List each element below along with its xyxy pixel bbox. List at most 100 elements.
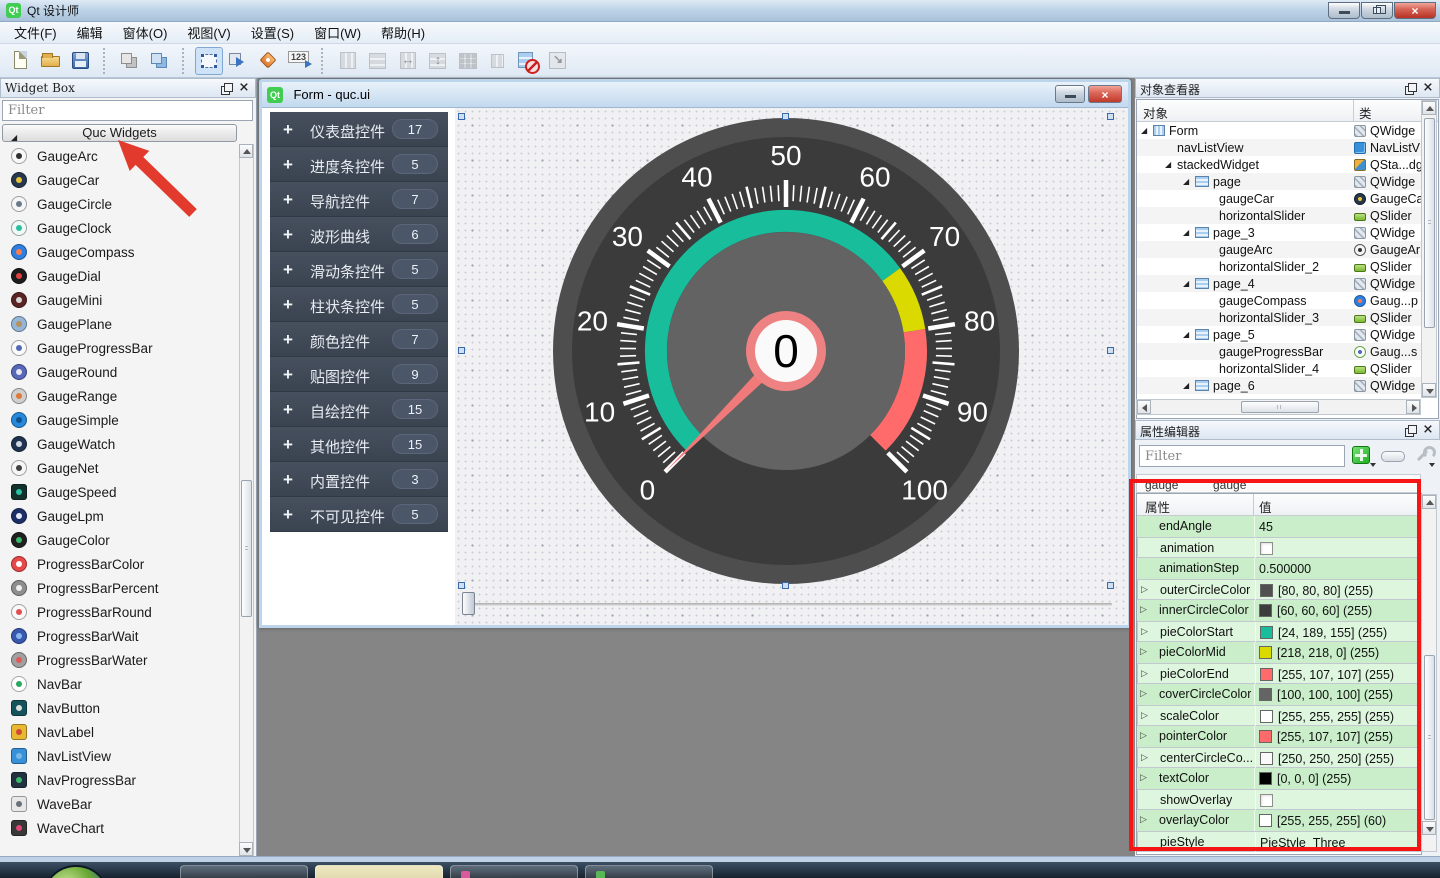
menu-view[interactable]: 视图(V) <box>177 21 240 44</box>
expander-icon[interactable]: ▷ <box>1141 752 1153 763</box>
property-row[interactable]: animationStep 0.500000 <box>1137 558 1421 579</box>
widget-list-item[interactable]: GaugeCompass <box>2 240 238 264</box>
expander-icon[interactable]: ▷ <box>1140 604 1152 615</box>
category-header-quc-widgets[interactable]: ◢ Quc Widgets <box>2 124 237 142</box>
close-panel-icon[interactable]: × <box>237 82 251 95</box>
widget-list-item[interactable]: ProgressBarRound <box>2 600 238 624</box>
remove-property-button[interactable] <box>1381 451 1405 462</box>
nav-category-item[interactable]: + 柱状条控件 5 <box>270 287 448 322</box>
start-orb-button[interactable] <box>42 865 110 878</box>
widget-list-item[interactable]: GaugeProgressBar <box>2 336 238 360</box>
property-row[interactable]: animation <box>1137 537 1421 558</box>
gauge-percent-widget[interactable]: 01020304050607080901000 <box>546 111 1026 591</box>
property-row[interactable]: endAngle 45 <box>1137 516 1421 537</box>
object-tree-row[interactable]: horizontalSlider_3 QSlider <box>1137 309 1422 326</box>
object-tree-row[interactable]: ◢ page_3 QWidge <box>1137 224 1422 241</box>
tile-windows-button[interactable] <box>146 47 174 75</box>
property-row[interactable]: ▷ pieColorStart [24, 189, 155] (255) <box>1137 621 1421 642</box>
widget-list-item[interactable]: GaugeCircle <box>2 192 238 216</box>
property-value-cell[interactable]: PieStyle_Three <box>1255 832 1420 853</box>
property-value-cell[interactable]: 0.500000 <box>1254 558 1421 579</box>
menu-file[interactable]: 文件(F) <box>4 21 67 44</box>
widget-list-item[interactable]: ProgressBarColor <box>2 552 238 576</box>
object-tree-row[interactable]: gaugeProgressBar Gaug...s <box>1137 343 1422 360</box>
edit-widgets-button[interactable] <box>195 47 223 75</box>
expander-icon[interactable]: ▷ <box>1140 688 1152 699</box>
close-panel-icon[interactable]: × <box>1421 424 1435 437</box>
object-tree-row[interactable]: horizontalSlider_4 QSlider <box>1137 360 1422 377</box>
property-value-cell[interactable]: [80, 80, 80] (255) <box>1255 580 1420 601</box>
tree-expander-icon[interactable]: ◢ <box>1165 160 1177 169</box>
nav-category-item[interactable]: + 其他控件 15 <box>270 427 448 462</box>
layout-form-button[interactable] <box>484 47 512 75</box>
menu-form[interactable]: 窗体(O) <box>113 21 178 44</box>
object-tree-row[interactable]: ◢ page_5 QWidge <box>1137 326 1422 343</box>
edit-tab-order-button[interactable]: 123 <box>285 47 313 75</box>
property-value-cell[interactable]: [0, 0, 0] (255) <box>1254 768 1421 789</box>
nav-category-item[interactable]: + 贴图控件 9 <box>270 357 448 392</box>
widget-list-item[interactable]: ProgressBarWait <box>2 624 238 648</box>
menu-window[interactable]: 窗口(W) <box>304 21 371 44</box>
break-layout-button[interactable] <box>514 47 542 75</box>
selection-handle[interactable] <box>1107 113 1114 120</box>
nav-category-item[interactable]: + 进度条控件 5 <box>270 147 448 182</box>
property-row[interactable]: ▷ innerCircleColor [60, 60, 60] (255) <box>1137 600 1421 621</box>
object-tree-row[interactable]: gaugeCompass Gaug...p <box>1137 292 1422 309</box>
widget-list-item[interactable]: NavLabel <box>2 720 238 744</box>
property-value-cell[interactable]: [100, 100, 100] (255) <box>1254 684 1421 705</box>
nav-category-item[interactable]: + 导航控件 7 <box>270 182 448 217</box>
edit-buddies-button[interactable] <box>255 47 283 75</box>
property-table-vscrollbar[interactable] <box>1421 494 1437 852</box>
widget-list-item[interactable]: GaugeWatch <box>2 432 238 456</box>
property-row[interactable]: ▷ textColor [0, 0, 0] (255) <box>1137 768 1421 789</box>
selection-handle[interactable] <box>458 582 465 589</box>
edit-signals-slots-button[interactable] <box>225 47 253 75</box>
object-tree-row[interactable]: gaugeCar GaugeCa <box>1137 190 1422 207</box>
property-value-cell[interactable] <box>1255 538 1420 559</box>
menu-settings[interactable]: 设置(S) <box>241 21 304 44</box>
object-tree-row[interactable]: navListView NavListV <box>1137 139 1422 156</box>
widget-list-item[interactable]: GaugeColor <box>2 528 238 552</box>
object-tree-row[interactable]: ◢ page_4 QWidge <box>1137 275 1422 292</box>
selection-handle[interactable] <box>782 582 789 589</box>
object-tree-row[interactable]: ◢ page_6 QWidge <box>1137 377 1422 394</box>
expander-icon[interactable]: ▷ <box>1140 814 1152 825</box>
widget-list-scrollbar[interactable] <box>239 144 254 856</box>
property-value-cell[interactable]: [24, 189, 155] (255) <box>1255 622 1420 643</box>
minimize-button[interactable] <box>1328 2 1360 19</box>
property-value-cell[interactable]: [255, 107, 107] (255) <box>1254 726 1421 747</box>
expander-icon[interactable]: ▷ <box>1141 710 1153 721</box>
close-panel-icon[interactable]: × <box>1421 82 1435 95</box>
property-value-cell[interactable]: [218, 218, 0] (255) <box>1254 642 1421 663</box>
expander-icon[interactable]: ▷ <box>1141 584 1153 595</box>
property-row[interactable]: ▷ pointerColor [255, 107, 107] (255) <box>1137 726 1421 747</box>
object-tree-row[interactable]: horizontalSlider QSlider <box>1137 207 1422 224</box>
close-button[interactable]: × <box>1394 2 1436 19</box>
add-dynamic-property-button[interactable] <box>1350 444 1376 468</box>
taskbar-button[interactable] <box>450 865 578 878</box>
object-tree-vscrollbar[interactable] <box>1421 100 1437 398</box>
checkbox[interactable] <box>1260 542 1273 555</box>
save-button[interactable] <box>67 47 95 75</box>
property-value-cell[interactable]: [255, 107, 107] (255) <box>1255 664 1420 685</box>
object-tree-row[interactable]: ◢ Form QWidge <box>1137 122 1422 139</box>
property-filter-input[interactable] <box>1139 445 1345 467</box>
tree-expander-icon[interactable]: ◢ <box>1183 228 1195 237</box>
configure-button[interactable] <box>1410 444 1436 468</box>
property-row[interactable]: ▷ scaleColor [255, 255, 255] (255) <box>1137 705 1421 726</box>
widget-list-item[interactable]: WaveChart <box>2 816 238 840</box>
property-value-cell[interactable]: [60, 60, 60] (255) <box>1254 600 1421 621</box>
splitter-horizontal-button[interactable]: ↔ <box>394 47 422 75</box>
widget-list-item[interactable]: GaugeRange <box>2 384 238 408</box>
nav-category-item[interactable]: + 颜色控件 7 <box>270 322 448 357</box>
new-file-button[interactable] <box>7 47 35 75</box>
float-panel-icon[interactable] <box>1403 424 1417 437</box>
object-tree-row[interactable]: ◢ stackedWidget QSta...dg <box>1137 156 1422 173</box>
tree-expander-icon[interactable]: ◢ <box>1141 126 1153 135</box>
tree-expander-icon[interactable]: ◢ <box>1183 177 1195 186</box>
widget-list-item[interactable]: GaugeLpm <box>2 504 238 528</box>
object-tree-row[interactable]: ◢ page QWidge <box>1137 173 1422 190</box>
expander-icon[interactable]: ▷ <box>1140 646 1152 657</box>
slider-handle[interactable] <box>462 592 475 615</box>
selection-handle[interactable] <box>782 113 789 120</box>
